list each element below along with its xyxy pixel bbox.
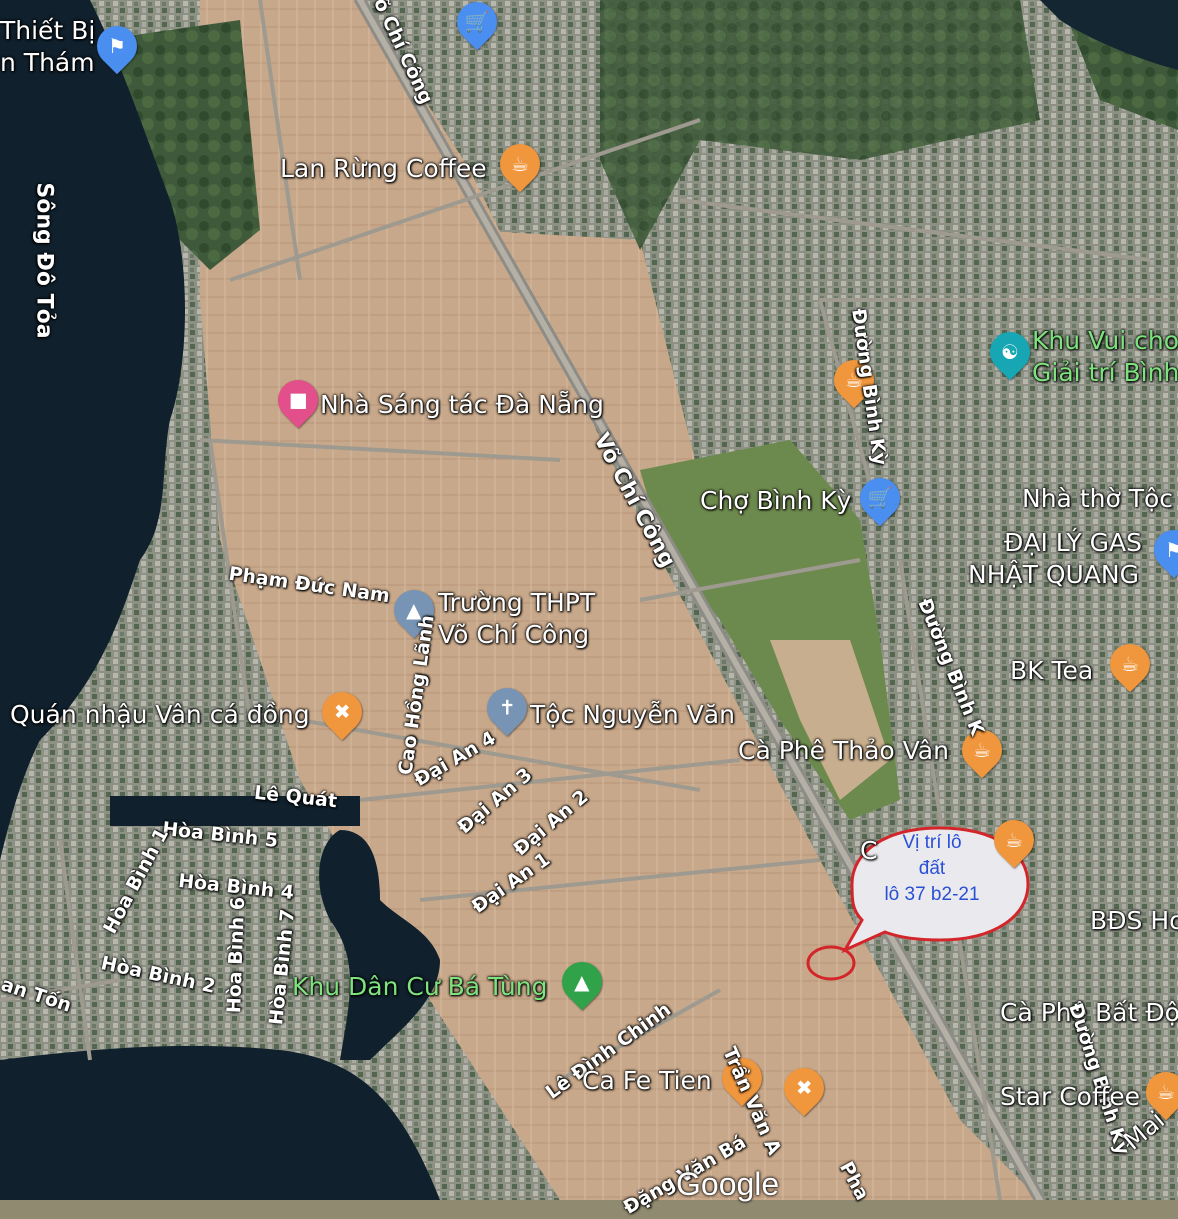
- callout-line-3: lô 37 b2-21: [884, 884, 980, 905]
- poi-label-ca-fe-tien[interactable]: Ca Fe Tien: [582, 1066, 712, 1095]
- poi-label-giai-tri-binh[interactable]: Giải trí Bình: [1032, 358, 1178, 387]
- poi-label-truong-thpt[interactable]: Trường THPT: [438, 588, 595, 617]
- street-label-hoa-binh-6: Hòa Bình 6: [223, 896, 250, 1014]
- poi-label-nha-sang-tac[interactable]: Nhà Sáng tác Đà Nẵng: [320, 390, 604, 419]
- poi-label-thiet-bi[interactable]: Thiết Bị: [0, 16, 95, 45]
- lot-location-callout: Vị trí lô đất lô 37 b2-21: [862, 830, 1002, 908]
- google-attribution-logo: Google: [676, 1166, 780, 1202]
- poi-label-nhat-quang[interactable]: NHẬT QUANG: [968, 560, 1139, 589]
- poi-label-bk-tea[interactable]: BK Tea: [1010, 656, 1093, 685]
- poi-label-dai-ly-gas[interactable]: ĐẠI LÝ GAS: [1004, 528, 1142, 557]
- poi-label-lan-rung-coffee[interactable]: Lan Rừng Coffee: [280, 154, 487, 183]
- callout-line-2: đất: [918, 858, 946, 879]
- poi-label-nha-tho-toc[interactable]: Nhà thờ Tộc: [1022, 484, 1173, 513]
- river-label-song-do-toa: Sông Đô Tỏa: [31, 182, 57, 339]
- poi-label-khu-vui-choi[interactable]: Khu Vui cho: [1032, 326, 1178, 355]
- poi-label-quan-nhau[interactable]: Quán nhậu Vân cá đồng: [10, 700, 310, 729]
- poi-label-bds-ho[interactable]: BĐS Ho: [1090, 906, 1178, 935]
- callout-line-1: Vị trí lô: [902, 832, 962, 853]
- poi-label-khu-dan-cu[interactable]: Khu Dân Cư Bá Tùng: [292, 972, 547, 1001]
- poi-label-cho-binh-ky[interactable]: Chợ Bình Kỳ: [700, 486, 851, 515]
- poi-label-star-coffee[interactable]: Star Coffee: [1000, 1082, 1140, 1111]
- poi-label-toc-nguyen-van[interactable]: Tộc Nguyễn Văn: [530, 700, 735, 729]
- poi-label-tham[interactable]: n Thám: [0, 48, 95, 77]
- poi-label-ca-phe-thao-van[interactable]: Cà Phê Thảo Vân: [738, 736, 949, 765]
- poi-label-vo-chi-cong-school[interactable]: Võ Chí Công: [438, 620, 589, 649]
